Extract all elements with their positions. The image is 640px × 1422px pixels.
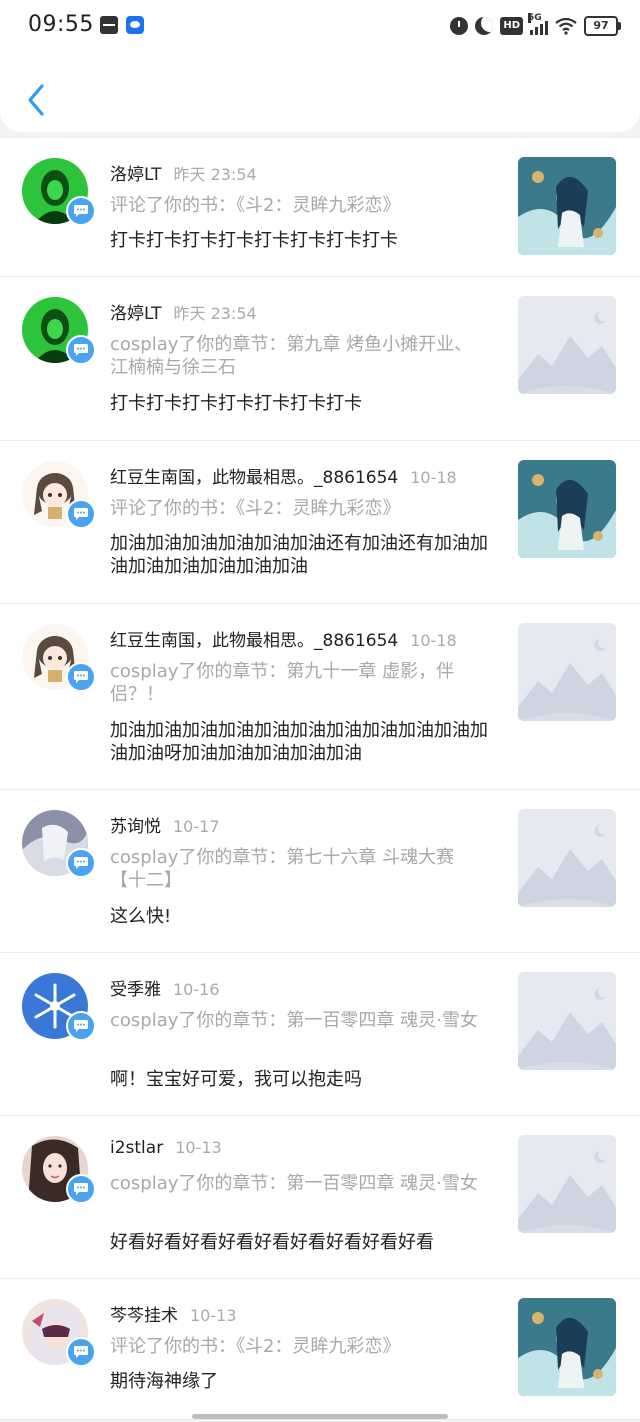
home-indicator[interactable] (192, 1414, 448, 1419)
action-text: cosplay了你的章节：第七十六章 斗魂大赛【十二】 (110, 847, 455, 891)
user-name[interactable]: 洛婷LT (110, 165, 162, 185)
comment-text: 打卡打卡打卡打卡打卡打卡打卡打卡 (110, 230, 398, 251)
do-not-disturb-icon (475, 17, 494, 35)
placeholder-thumbnail[interactable] (518, 623, 616, 721)
user-name[interactable]: 红豆生南国，此物最相思。_8861654 (110, 631, 398, 651)
list-item[interactable]: 洛婷LT 昨天 23:54 cosplay了你的章节：第九章 烤鱼小摊开业、江楠楠… (0, 277, 640, 441)
hd-icon: HD (500, 17, 523, 35)
avatar[interactable] (22, 461, 96, 529)
notification-list: 洛婷LT 昨天 23:54 评论了你的书：《斗2：灵眸九彩恋》 打卡打卡打卡打卡打… (0, 138, 640, 1420)
alarm-icon (450, 17, 469, 35)
time-stamp: 10-17 (173, 817, 220, 836)
list-item[interactable]: 苏询悦 10-17 cosplay了你的章节：第七十六章 斗魂大赛【十二】 这么快… (0, 790, 640, 953)
comment-text: 加油加油加油加油加油加油加油加油加油加油加油加油呀加油加油加油加油加油 (110, 720, 488, 764)
user-name[interactable]: 受季雅 (110, 980, 161, 1000)
comment-text: 好看好看好看好看好看好看好看好看好看 (110, 1232, 434, 1253)
user-name[interactable]: 芩芩挂术 (110, 1306, 178, 1326)
book-cover-thumbnail[interactable] (518, 460, 616, 558)
status-bar: 09:55 HD 5G 97 (0, 0, 640, 52)
time-stamp: 昨天 23:54 (173, 165, 257, 184)
action-text: cosplay了你的章节：第九十一章 虚影，伴侣？！ (110, 661, 455, 705)
back-button[interactable] (20, 80, 54, 120)
comment-badge-icon (66, 848, 96, 878)
avatar[interactable] (22, 973, 96, 1041)
time-stamp: 10-16 (173, 980, 220, 999)
list-item[interactable]: i2stlar 10-13 cosplay了你的章节：第一百零四章 魂灵·雪女 好… (0, 1116, 640, 1279)
avatar[interactable] (22, 810, 96, 878)
app-notification-icon (126, 16, 144, 34)
top-header: 09:55 HD 5G 97 (0, 0, 640, 132)
comment-badge-icon (66, 196, 96, 226)
list-item[interactable]: 红豆生南国，此物最相思。_8861654 10-18 cosplay了你的章节：第… (0, 604, 640, 790)
comment-badge-icon (66, 1011, 96, 1041)
placeholder-thumbnail[interactable] (518, 296, 616, 394)
avatar[interactable] (22, 624, 96, 692)
placeholder-thumbnail[interactable] (518, 809, 616, 907)
time-stamp: 昨天 23:54 (173, 304, 257, 323)
network-type: 5G (528, 13, 542, 23)
comment-text: 打卡打卡打卡打卡打卡打卡打卡 (110, 393, 362, 414)
user-name[interactable]: 洛婷LT (110, 304, 162, 324)
chevron-left-icon (28, 84, 44, 116)
comment-badge-icon (66, 499, 96, 529)
time-stamp: 10-18 (410, 631, 457, 650)
status-time: 09:55 (28, 12, 94, 37)
user-name[interactable]: i2stlar (110, 1138, 163, 1158)
list-item[interactable]: 洛婷LT 昨天 23:54 评论了你的书：《斗2：灵眸九彩恋》 打卡打卡打卡打卡打… (0, 138, 640, 277)
time-stamp: 10-13 (175, 1138, 222, 1157)
comment-badge-icon (66, 1337, 96, 1367)
list-item[interactable]: 芩芩挂术 10-13 评论了你的书：《斗2：灵眸九彩恋》 期待海神缘了 (0, 1279, 640, 1420)
placeholder-thumbnail[interactable] (518, 972, 616, 1070)
signal-icon: 5G (528, 13, 548, 35)
user-name[interactable]: 苏询悦 (110, 817, 161, 837)
battery-icon: 97 (584, 16, 621, 36)
list-item[interactable]: 受季雅 10-16 cosplay了你的章节：第一百零四章 魂灵·雪女 啊！宝宝好… (0, 953, 640, 1116)
avatar[interactable] (22, 1299, 96, 1367)
avatar[interactable] (22, 1136, 96, 1204)
time-stamp: 10-18 (410, 468, 457, 487)
sim-card-icon (100, 16, 118, 34)
book-cover-thumbnail[interactable] (518, 157, 616, 255)
action-text: 评论了你的书：《斗2：灵眸九彩恋》 (110, 195, 401, 216)
action-text: cosplay了你的章节：第一百零四章 魂灵·雪女 (110, 1010, 478, 1031)
user-name[interactable]: 红豆生南国，此物最相思。_8861654 (110, 468, 398, 488)
avatar[interactable] (22, 158, 96, 226)
placeholder-thumbnail[interactable] (518, 1135, 616, 1233)
action-text: cosplay了你的章节：第一百零四章 魂灵·雪女 (110, 1173, 478, 1194)
action-text: 评论了你的书：《斗2：灵眸九彩恋》 (110, 498, 401, 519)
comment-badge-icon (66, 335, 96, 365)
time-stamp: 10-13 (190, 1306, 237, 1325)
comment-text: 期待海神缘了 (110, 1371, 218, 1392)
action-text: cosplay了你的章节：第九章 烤鱼小摊开业、江楠楠与徐三石 (110, 334, 473, 378)
comment-badge-icon (66, 1174, 96, 1204)
comment-badge-icon (66, 662, 96, 692)
book-cover-thumbnail[interactable] (518, 1298, 616, 1396)
comment-text: 啊！宝宝好可爱，我可以抱走吗 (110, 1069, 362, 1090)
list-item[interactable]: 红豆生南国，此物最相思。_8861654 10-18 评论了你的书：《斗2：灵眸九… (0, 441, 640, 604)
wifi-icon (555, 17, 577, 35)
comment-text: 这么快! (110, 906, 172, 927)
comment-text: 加油加油加油加油加油加油还有加油还有加油加油加油加油加油加油加油 (110, 533, 488, 577)
action-text: 评论了你的书：《斗2：灵眸九彩恋》 (110, 1336, 401, 1357)
avatar[interactable] (22, 297, 96, 365)
